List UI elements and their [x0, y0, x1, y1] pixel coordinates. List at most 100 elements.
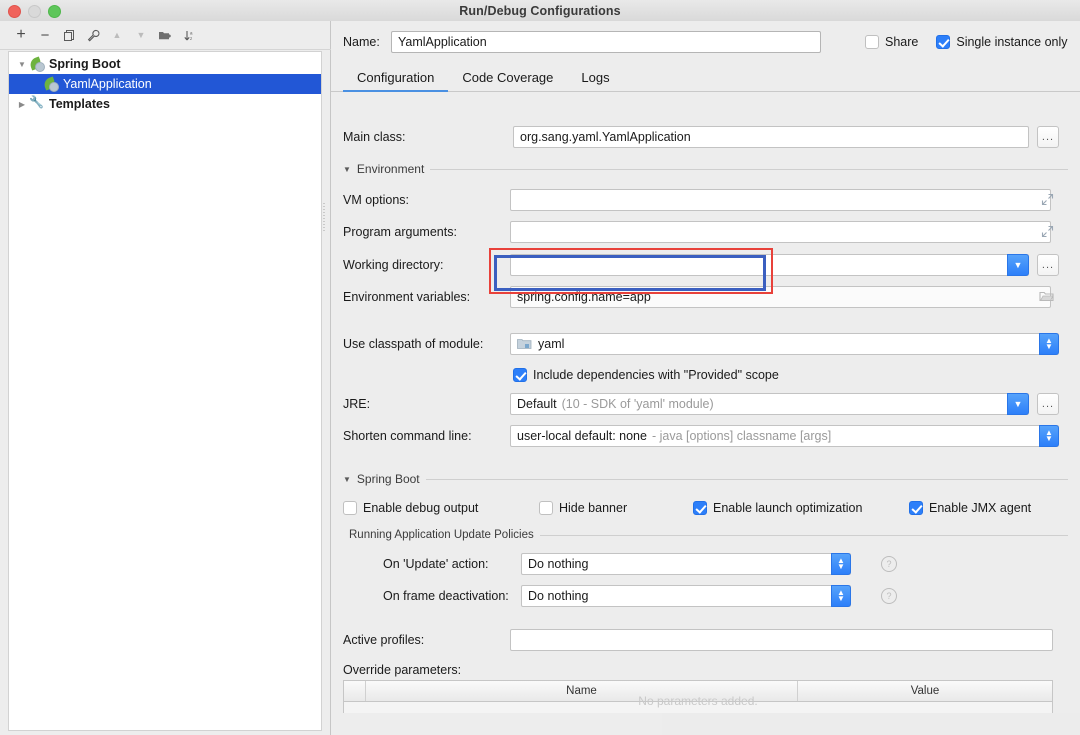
tree-item-label: Templates	[49, 97, 110, 111]
classpath-module-spinner[interactable]: ▲ ▼	[1039, 333, 1059, 355]
table-empty-message: No parameters added.	[638, 694, 758, 708]
close-button[interactable]	[8, 5, 21, 18]
configuration-name-input[interactable]	[391, 31, 821, 53]
tab-logs[interactable]: Logs	[567, 70, 623, 91]
vm-options-expand-icon[interactable]	[1041, 193, 1055, 207]
classpath-module-row: Use classpath of module: yaml ▲ ▼	[331, 332, 1080, 356]
enable-launch-optimization-wrapper[interactable]: Enable launch optimization	[693, 501, 862, 515]
jre-label: JRE:	[343, 397, 371, 411]
spring-boot-section-header[interactable]: ▼ Spring Boot	[343, 472, 1068, 486]
add-configuration-button[interactable]: +	[10, 24, 32, 46]
enable-jmx-agent-wrapper[interactable]: Enable JMX agent	[909, 501, 1031, 515]
hide-banner-wrapper[interactable]: Hide banner	[539, 501, 627, 515]
environment-variables-browse-icon[interactable]	[1039, 290, 1054, 305]
update-policies-title: Running Application Update Policies	[349, 529, 534, 541]
subsection-divider	[539, 534, 1068, 536]
maximize-button[interactable]	[48, 5, 61, 18]
sort-configurations-button[interactable]: az	[178, 24, 200, 46]
share-checkbox[interactable]	[865, 35, 879, 49]
svg-text:a: a	[190, 30, 193, 35]
enable-debug-output-checkbox[interactable]	[343, 501, 357, 515]
tab-code-coverage[interactable]: Code Coverage	[448, 70, 567, 91]
edit-templates-button[interactable]	[82, 24, 104, 46]
include-provided-checkbox[interactable]	[513, 368, 527, 382]
working-directory-dropdown-button[interactable]: ▼	[1007, 254, 1029, 276]
tree-item-yamlapplication[interactable]: YamlApplication	[9, 74, 321, 94]
include-provided-checkbox-wrapper[interactable]: Include dependencies with "Provided" sco…	[513, 368, 779, 382]
enable-debug-output-wrapper[interactable]: Enable debug output	[343, 501, 478, 515]
active-profiles-input[interactable]	[510, 629, 1053, 651]
new-folder-button[interactable]	[154, 24, 176, 46]
enable-launch-optimization-label: Enable launch optimization	[713, 501, 863, 515]
tree-item-label: Spring Boot	[49, 57, 121, 71]
add-parameter-button[interactable]: +	[352, 711, 361, 714]
window-title: Run/Debug Configurations	[459, 3, 621, 18]
wrench-icon	[29, 95, 45, 111]
override-parameters-row: Override parameters:	[331, 658, 1080, 682]
expand-arrow-icon[interactable]: ▶	[15, 100, 29, 109]
main-class-browse-button[interactable]: ...	[1037, 126, 1059, 148]
minimize-button[interactable]	[28, 5, 41, 18]
name-row: Name: Share Single instance only	[331, 29, 1080, 55]
main-class-input[interactable]: org.sang.yaml.YamlApplication	[513, 126, 1029, 148]
chevron-down-icon: ▼	[1045, 434, 1053, 443]
active-profiles-label: Active profiles:	[343, 633, 425, 647]
remove-configuration-button[interactable]: −	[34, 24, 56, 46]
remove-parameter-button[interactable]: −	[371, 711, 379, 713]
tab-configuration[interactable]: Configuration	[343, 70, 449, 92]
jre-row: JRE: Default (10 - SDK of 'yaml' module)…	[331, 392, 1080, 416]
on-update-action-spinner[interactable]: ▲ ▼	[831, 553, 851, 575]
override-parameters-table[interactable]: Name Value No parameters added. + − ▲ ▼	[343, 680, 1053, 713]
collapse-arrow-icon[interactable]: ▼	[15, 60, 29, 69]
vm-options-input[interactable]	[510, 189, 1051, 211]
program-arguments-label: Program arguments:	[343, 225, 457, 239]
classpath-module-select[interactable]: yaml	[510, 333, 1059, 355]
jre-select[interactable]: Default (10 - SDK of 'yaml' module)	[510, 393, 1029, 415]
spring-boot-section-title: Spring Boot	[356, 472, 420, 486]
on-frame-deactivation-help-icon[interactable]: ?	[881, 588, 897, 604]
tree-item-spring-boot[interactable]: ▼ Spring Boot	[9, 54, 321, 74]
program-arguments-input[interactable]	[510, 221, 1051, 243]
chevron-down-icon: ▼	[1045, 342, 1053, 351]
single-instance-checkbox-wrapper[interactable]: Single instance only	[936, 35, 1068, 49]
move-down-button[interactable]: ▼	[130, 24, 152, 46]
name-label: Name:	[343, 35, 380, 49]
on-frame-deactivation-select[interactable]: Do nothing	[521, 585, 851, 607]
hide-banner-checkbox[interactable]	[539, 501, 553, 515]
share-checkbox-wrapper[interactable]: Share	[865, 35, 918, 49]
chevron-down-icon: ▼	[837, 562, 845, 571]
single-instance-checkbox[interactable]	[936, 35, 951, 49]
on-update-action-help-icon[interactable]: ?	[881, 556, 897, 572]
chevron-down-icon[interactable]: ▼	[343, 475, 351, 484]
program-arguments-expand-icon[interactable]	[1041, 225, 1055, 239]
copy-configuration-button[interactable]	[58, 24, 80, 46]
on-frame-deactivation-spinner[interactable]: ▲ ▼	[831, 585, 851, 607]
on-update-action-select[interactable]: Do nothing	[521, 553, 851, 575]
enable-launch-optimization-checkbox[interactable]	[693, 501, 707, 515]
on-update-action-label: On 'Update' action:	[383, 557, 489, 571]
environment-section-header[interactable]: ▼ Environment	[343, 162, 1068, 176]
panel-splitter[interactable]	[322, 201, 326, 281]
enable-debug-output-label: Enable debug output	[363, 501, 479, 515]
share-label: Share	[885, 35, 919, 49]
shorten-command-line-row: Shorten command line: user-local default…	[331, 424, 1080, 448]
include-provided-row: Include dependencies with "Provided" sco…	[331, 363, 1080, 387]
working-directory-browse-button[interactable]: ...	[1037, 254, 1059, 276]
on-update-action-row: On 'Update' action: Do nothing ▲ ▼ ?	[331, 552, 1080, 576]
jre-browse-button[interactable]: ...	[1037, 393, 1059, 415]
chevron-down-icon[interactable]: ▼	[343, 165, 351, 174]
dialog-bottom-strip	[662, 713, 1080, 735]
section-divider	[430, 168, 1068, 170]
on-frame-deactivation-row: On frame deactivation: Do nothing ▲ ▼ ?	[331, 584, 1080, 608]
enable-jmx-agent-checkbox[interactable]	[909, 501, 923, 515]
jre-dropdown-button[interactable]: ▼	[1007, 393, 1029, 415]
shorten-command-line-spinner[interactable]: ▲ ▼	[1039, 425, 1059, 447]
move-up-button[interactable]: ▲	[106, 24, 128, 46]
environment-variables-input[interactable]: spring.config.name=app	[510, 286, 1051, 308]
configurations-tree[interactable]: ▼ Spring Boot YamlApplication ▶ Template…	[8, 51, 322, 731]
tree-item-templates[interactable]: ▶ Templates	[9, 94, 321, 114]
working-directory-input[interactable]	[510, 254, 1029, 276]
shorten-command-line-select[interactable]: user-local default: none - java [options…	[510, 425, 1059, 447]
spring-boot-icon	[43, 77, 59, 92]
window-controls	[8, 5, 61, 18]
